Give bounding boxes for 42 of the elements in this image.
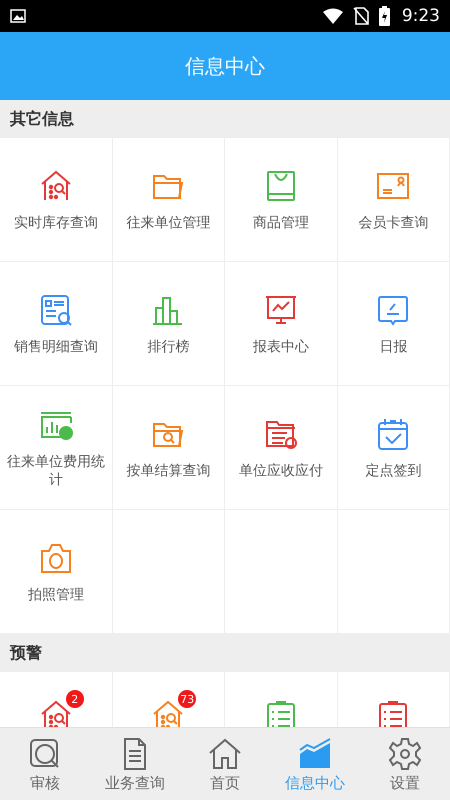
status-time: 9:23 [402, 6, 440, 26]
wifi-icon [322, 8, 343, 24]
menu-tile[interactable]: 单位应收应付 [225, 386, 338, 510]
menu-tile[interactable]: 定点签到 [338, 386, 450, 510]
page-title: 信息中心 [185, 52, 265, 80]
nav-tab[interactable]: 业务查询 [90, 728, 180, 800]
tile-label: 往来单位管理 [126, 214, 210, 232]
count-badge: 73 [178, 690, 196, 708]
tile-label: 日报 [379, 338, 408, 356]
menu-tile[interactable]: 会员卡查询 [338, 138, 450, 262]
section-title: 预警 [10, 642, 42, 664]
no-sim-icon [352, 7, 369, 25]
nav-tab[interactable]: 审核 [0, 728, 90, 800]
gear-icon [387, 736, 423, 772]
tile-label: 排行榜 [147, 338, 190, 356]
menu-tile[interactable]: 往来单位费用统计 [0, 386, 112, 510]
menu-tile[interactable]: 销售明细查询 [0, 262, 112, 386]
tile-label: 报表中心 [252, 338, 309, 356]
nav-tab[interactable]: 设置 [360, 728, 450, 800]
menu-tile[interactable]: 排行榜 [112, 262, 225, 386]
tile-label: 往来单位费用统计 [6, 452, 106, 488]
tile-label: 销售明细查询 [14, 338, 98, 356]
menu-tile[interactable]: 日报 [338, 262, 450, 386]
menu-tile[interactable]: 商品管理 [225, 138, 338, 262]
menu-tile[interactable]: 按单结算查询 [112, 386, 225, 510]
tile-label: 会员卡查询 [358, 214, 428, 232]
section-title: 其它信息 [10, 108, 74, 130]
count-badge: 2 [66, 690, 84, 708]
menu-tile[interactable]: 73 [112, 672, 225, 727]
tile-label: 单位应收应付 [238, 462, 323, 480]
tile-label: 实时库存查询 [14, 214, 98, 232]
menu-tile[interactable]: 拍照管理 [0, 510, 112, 634]
menu-tile[interactable]: 往来单位管理 [112, 138, 225, 262]
battery-icon [378, 6, 390, 26]
tile-label: 拍照管理 [28, 586, 84, 604]
menu-tile[interactable]: 实时库存查询 [0, 138, 112, 262]
menu-tile[interactable]: 报表中心 [225, 262, 338, 386]
tile-label: 定点签到 [365, 462, 422, 480]
nav-tab[interactable]: 首页 [180, 728, 270, 800]
tile-label: 商品管理 [252, 214, 309, 232]
tile-label: 按单结算查询 [126, 462, 210, 480]
picture-icon [10, 9, 26, 23]
